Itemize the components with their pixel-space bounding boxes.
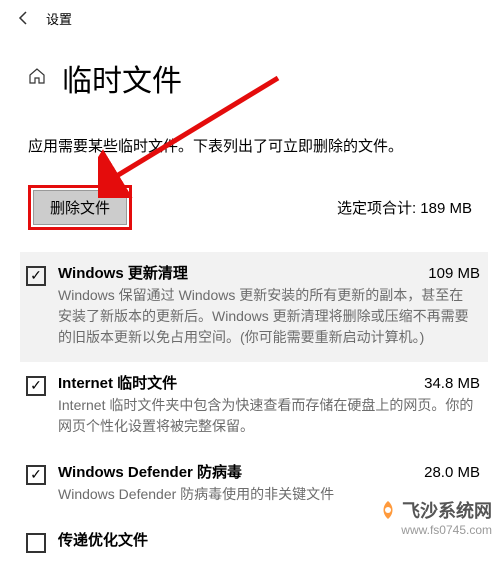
- item-title: 传递优化文件: [58, 529, 148, 550]
- item-header: Internet 临时文件 34.8 MB: [58, 372, 480, 393]
- arrow-left-icon: [16, 10, 32, 26]
- list-item[interactable]: ✓ Internet 临时文件 34.8 MB Internet 临时文件夹中包含为快…: [20, 362, 488, 451]
- item-header: Windows 更新清理 109 MB: [58, 262, 480, 283]
- item-description: Internet 临时文件夹中包含为快速查看而存储在硬盘上的网页。你的网页个性化…: [58, 395, 480, 437]
- item-description: Windows 保留通过 Windows 更新安装的所有更新的副本，甚至在安装了…: [58, 285, 480, 348]
- delete-highlight: 删除文件: [28, 185, 132, 230]
- title-bar: 设置: [0, 0, 500, 36]
- checkbox[interactable]: ✓: [26, 465, 46, 485]
- watermark-url: www.fs0745.com: [378, 523, 492, 537]
- item-title: Internet 临时文件: [58, 372, 177, 393]
- total-selected-label: 选定项合计: 189 MB: [337, 197, 472, 218]
- page-title: 临时文件: [62, 56, 182, 100]
- page-header: 临时文件: [0, 36, 500, 108]
- checkbox[interactable]: [26, 533, 46, 553]
- item-body: Internet 临时文件 34.8 MB Internet 临时文件夹中包含为快速…: [58, 372, 480, 437]
- watermark: 飞沙系统网 www.fs0745.com: [378, 497, 492, 537]
- checkbox[interactable]: ✓: [26, 266, 46, 286]
- item-body: Windows 更新清理 109 MB Windows 保留通过 Windows 更…: [58, 262, 480, 348]
- watermark-title: 飞沙系统网: [402, 497, 492, 523]
- item-title: Windows 更新清理: [58, 262, 188, 283]
- item-size: 34.8 MB: [424, 375, 480, 392]
- item-size: 109 MB: [428, 265, 480, 282]
- home-icon[interactable]: [28, 67, 46, 90]
- delete-files-button[interactable]: 删除文件: [33, 190, 127, 225]
- watermark-logo-icon: [378, 500, 398, 520]
- back-button[interactable]: [8, 2, 40, 34]
- page-description: 应用需要某些临时文件。下表列出了可立即删除的文件。: [0, 108, 500, 159]
- action-row: 删除文件 选定项合计: 189 MB: [0, 159, 500, 242]
- item-size: 28.0 MB: [424, 464, 480, 481]
- item-header: Windows Defender 防病毒 28.0 MB: [58, 461, 480, 482]
- checkbox[interactable]: ✓: [26, 376, 46, 396]
- settings-label: 设置: [46, 9, 72, 28]
- item-title: Windows Defender 防病毒: [58, 461, 242, 482]
- list-item[interactable]: ✓ Windows 更新清理 109 MB Windows 保留通过 Windows …: [20, 252, 488, 362]
